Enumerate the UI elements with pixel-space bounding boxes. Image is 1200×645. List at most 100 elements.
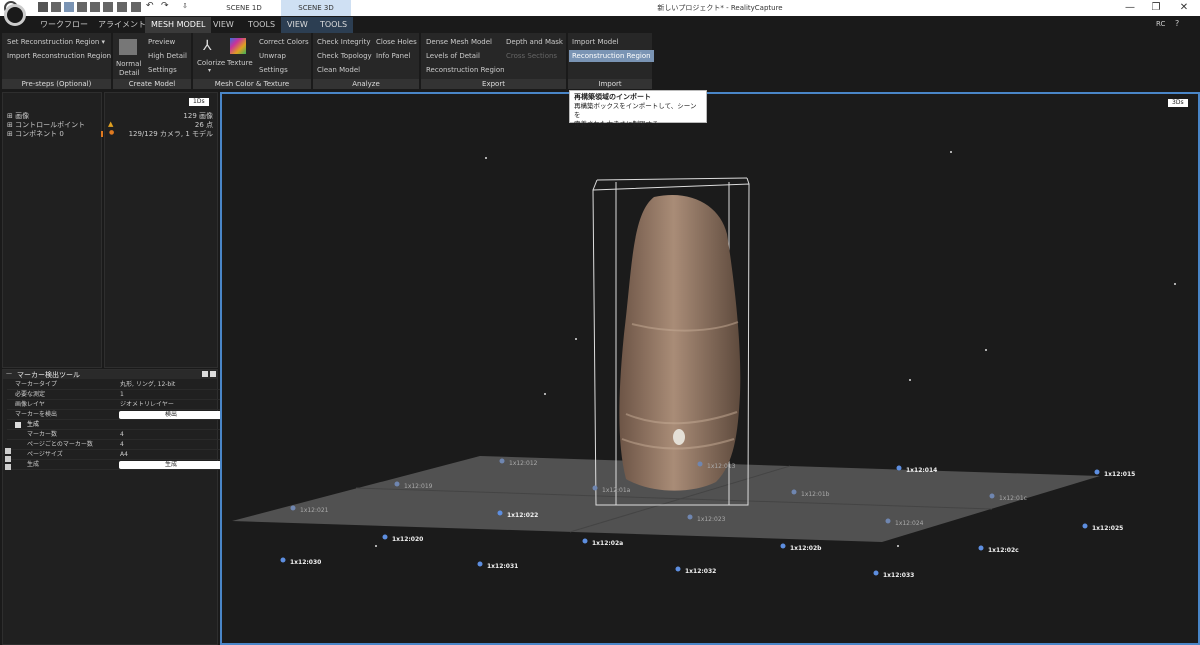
import-model-button[interactable]: Import Model (572, 37, 618, 47)
marker-point[interactable] (697, 461, 703, 467)
close-icon[interactable]: ✕ (1170, 0, 1198, 16)
layout-1-icon[interactable] (38, 2, 48, 12)
undo-icon[interactable]: ↶ (146, 1, 154, 11)
depth-and-mask-button[interactable]: Depth and Mask (506, 37, 563, 47)
group-label: Mesh Color & Texture (193, 79, 311, 89)
normal-detail-icon[interactable] (119, 39, 137, 55)
export-reconstruction-region-button[interactable]: Reconstruction Region (426, 65, 505, 75)
collapse-icon[interactable]: — (6, 370, 12, 377)
row-value[interactable]: 丸形, リング, 12-bit (120, 380, 175, 390)
row-value[interactable]: 4 (120, 440, 124, 450)
tab-tools-contextual[interactable]: TOOLS (314, 17, 354, 33)
section-collapse-icon[interactable] (15, 422, 21, 428)
marker-point[interactable] (499, 458, 505, 464)
marker-point[interactable] (1082, 523, 1088, 529)
marker-point[interactable] (675, 566, 681, 572)
viewport-3d[interactable]: 1x12:012 1x12:013 1x12:014 1x12:015 1x12:019… (220, 92, 1200, 645)
tab-view-contextual[interactable]: VIEW (281, 17, 314, 33)
marker-point[interactable] (978, 545, 984, 551)
panel-1ds-badge[interactable]: 1Ds (189, 98, 209, 106)
layout-5-icon[interactable] (90, 2, 100, 12)
marker-point[interactable] (791, 489, 797, 495)
row-value[interactable]: A4 (120, 450, 128, 460)
tree-label: 画像 (15, 112, 30, 120)
app-menu-icon[interactable] (4, 4, 26, 26)
generate-section-row[interactable]: 生成 (7, 420, 221, 430)
row-key: ページごとのマーカー数 (27, 441, 93, 448)
marker-point[interactable] (290, 505, 296, 511)
layout-3-icon[interactable] (64, 2, 74, 12)
layout-7-icon[interactable] (117, 2, 127, 12)
import-region-button[interactable]: Reconstruction Region (569, 50, 654, 62)
tab-scene-3d[interactable]: SCENE 3D (281, 0, 351, 16)
marker-point[interactable] (477, 561, 483, 567)
import-reconstruction-region-button[interactable]: Import Reconstruction Region (7, 51, 111, 61)
tab-view[interactable]: VIEW (207, 17, 240, 33)
colorize-icon[interactable]: ⅄ (203, 38, 212, 54)
marker-point[interactable] (1094, 469, 1100, 475)
row-value[interactable]: 1 (120, 390, 124, 400)
marker-point[interactable] (497, 510, 503, 516)
group-label: Export (421, 79, 566, 89)
colorize-dropdown-icon[interactable]: ▾ (208, 67, 211, 74)
pin-icon[interactable]: ⇩ (182, 2, 188, 10)
marker-point[interactable] (780, 543, 786, 549)
close-holes-button[interactable]: Close Holes (376, 37, 417, 47)
marker-point[interactable] (382, 534, 388, 540)
row-value[interactable]: 4 (120, 430, 124, 440)
marker-point[interactable] (280, 557, 286, 563)
detect-button[interactable]: 検出 (119, 411, 223, 419)
set-reconstruction-region-button[interactable]: Set Reconstruction Region ▾ (7, 37, 105, 47)
texture-button[interactable]: Texture (227, 58, 253, 68)
normal-detail-sublabel[interactable]: Detail (119, 68, 140, 78)
viewport-3ds-badge[interactable]: 3Ds (1168, 99, 1188, 107)
scene-svg[interactable]: 1x12:012 1x12:013 1x12:014 1x12:015 1x12:019… (222, 94, 1198, 643)
preview-button[interactable]: Preview (148, 37, 175, 47)
tab-mesh-model[interactable]: MESH MODEL (145, 17, 212, 33)
minimize-icon[interactable]: — (1116, 0, 1144, 16)
marker-point[interactable] (885, 518, 891, 524)
marker-label: 1x12:019 (404, 483, 433, 490)
marker-point[interactable] (687, 514, 693, 520)
help-icon[interactable]: ? (1175, 19, 1179, 28)
expand-icon[interactable] (5, 464, 11, 470)
expand-icon[interactable] (5, 456, 11, 462)
dock-icon[interactable] (202, 371, 208, 377)
levels-of-detail-button[interactable]: Levels of Detail (426, 51, 480, 61)
info-panel-button[interactable]: Info Panel (376, 51, 410, 61)
texture-settings-button[interactable]: Settings (259, 65, 288, 75)
dense-mesh-model-button[interactable]: Dense Mesh Model (426, 37, 492, 47)
expand-icon[interactable] (5, 448, 11, 454)
panel-close-icon[interactable] (210, 371, 216, 377)
marker-point[interactable] (592, 485, 598, 491)
tree-item-component[interactable]: ⊞ コンポネント 0 (7, 129, 64, 139)
row-value[interactable]: ジオメトリレイヤー (120, 400, 174, 410)
check-integrity-button[interactable]: Check Integrity (317, 37, 370, 47)
layout-8-icon[interactable] (131, 2, 141, 12)
layout-4-icon[interactable] (77, 2, 87, 12)
layout-6-icon[interactable] (103, 2, 113, 12)
generate-button[interactable]: 生成 (119, 461, 223, 469)
texture-icon[interactable] (230, 38, 246, 54)
tab-workflow[interactable]: ワークフロー (34, 17, 94, 33)
layout-2-icon[interactable] (51, 2, 61, 12)
tab-tools[interactable]: TOOLS (242, 17, 281, 33)
tab-alignment[interactable]: アライメント (92, 17, 152, 33)
colorize-button[interactable]: Colorize (197, 58, 225, 68)
marker-label: 1x12:022 (507, 512, 538, 519)
restore-icon[interactable]: ❐ (1142, 0, 1170, 16)
marker-point[interactable] (896, 465, 902, 471)
correct-colors-button[interactable]: Correct Colors (259, 37, 309, 47)
high-detail-button[interactable]: High Detail (148, 51, 187, 61)
tab-scene-1d[interactable]: SCENE 1D (208, 0, 280, 16)
create-settings-button[interactable]: Settings (148, 65, 177, 75)
check-topology-button[interactable]: Check Topology (317, 51, 372, 61)
redo-icon[interactable]: ↷ (161, 1, 169, 11)
unwrap-button[interactable]: Unwrap (259, 51, 286, 61)
marker-point[interactable] (989, 493, 995, 499)
clean-model-button[interactable]: Clean Model (317, 65, 360, 75)
marker-point[interactable] (582, 538, 588, 544)
cross-sections-button[interactable]: Cross Sections (506, 51, 557, 61)
marker-point[interactable] (873, 570, 879, 576)
marker-point[interactable] (394, 481, 400, 487)
